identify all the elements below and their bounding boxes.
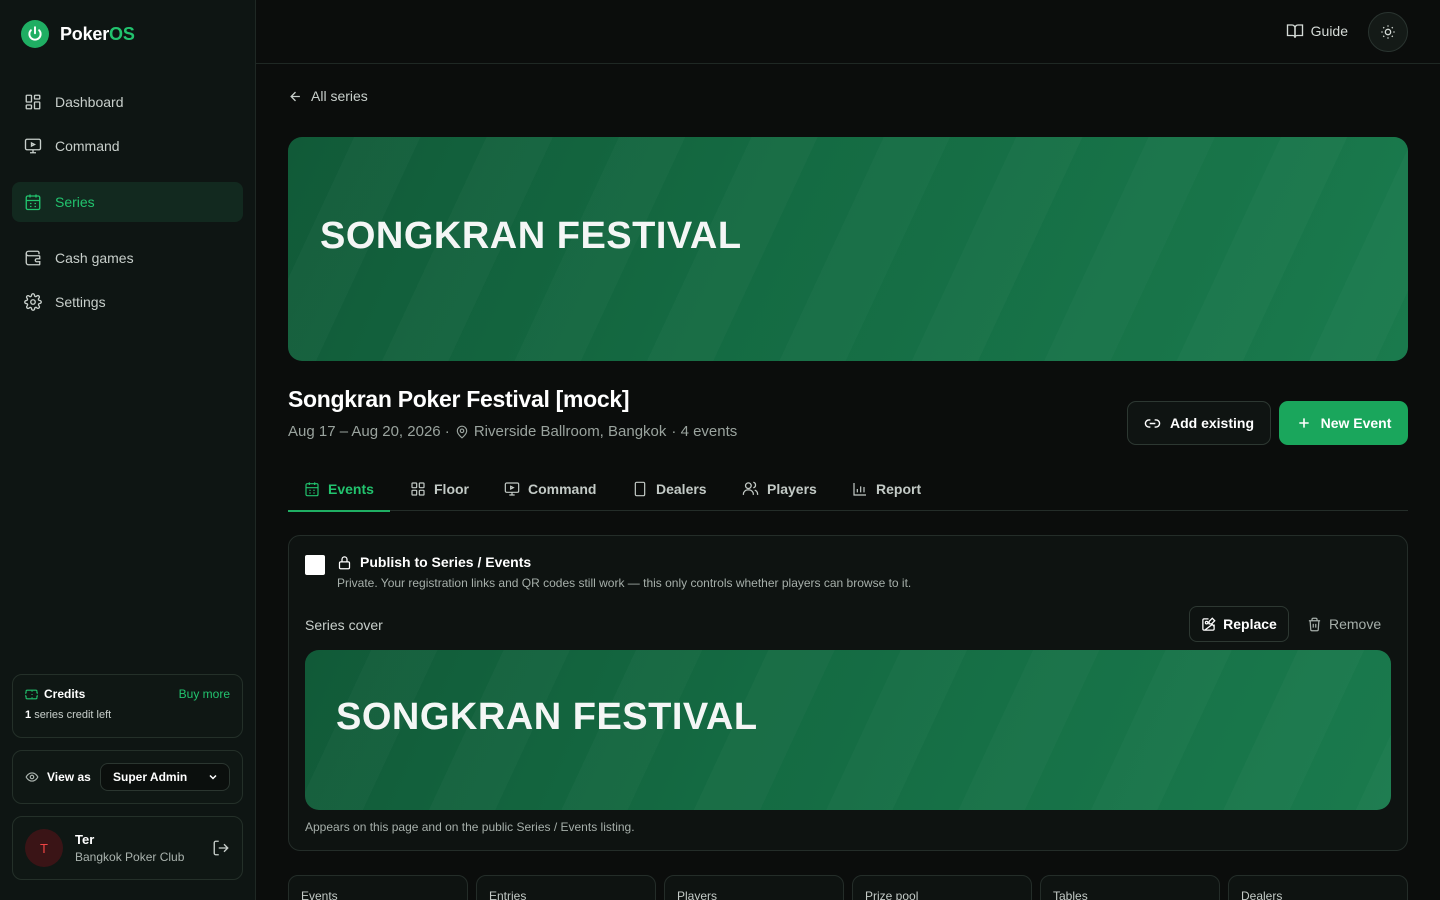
new-event-button[interactable]: New Event bbox=[1279, 401, 1408, 445]
remove-cover-button[interactable]: Remove bbox=[1307, 606, 1381, 642]
publish-description: Private. Your registration links and QR … bbox=[337, 576, 912, 590]
back-link[interactable]: All series bbox=[288, 88, 368, 104]
sidebar-item-series[interactable]: Series bbox=[12, 182, 243, 222]
sidebar-item-label: Dashboard bbox=[55, 94, 124, 110]
tab-events[interactable]: Events bbox=[288, 466, 390, 512]
cover-note: Appears on this page and on the public S… bbox=[305, 820, 635, 834]
sidebar-item-command[interactable]: Command bbox=[12, 126, 243, 166]
top-bar: Guide bbox=[256, 0, 1440, 64]
avatar: T bbox=[25, 829, 63, 867]
replace-cover-button[interactable]: Replace bbox=[1189, 606, 1289, 642]
link-icon bbox=[1144, 415, 1161, 432]
trash-icon bbox=[1307, 617, 1322, 632]
view-as-select[interactable]: Super Admin bbox=[100, 763, 230, 791]
sidebar: PokerOS Dashboard Command Series Cash ga… bbox=[0, 0, 256, 900]
tab-players[interactable]: Players bbox=[742, 466, 817, 511]
view-as-card: View as Super Admin bbox=[12, 750, 243, 804]
sidebar-item-cash-games[interactable]: Cash games bbox=[12, 238, 243, 278]
page-title: Songkran Poker Festival [mock] bbox=[288, 386, 630, 412]
grid-icon bbox=[410, 481, 426, 497]
tab-floor[interactable]: Floor bbox=[410, 466, 469, 511]
sidebar-item-label: Series bbox=[55, 194, 95, 210]
series-banner: SONGKRAN FESTIVAL bbox=[288, 137, 1408, 361]
credit-count: 1 series credit left bbox=[25, 709, 112, 721]
add-existing-button[interactable]: Add existing bbox=[1127, 401, 1271, 445]
calendar-icon bbox=[304, 481, 320, 497]
view-as-label: View as bbox=[25, 770, 91, 784]
eye-icon bbox=[25, 770, 39, 784]
map-pin-icon bbox=[455, 425, 469, 439]
sidebar-item-label: Command bbox=[55, 138, 120, 154]
stat-card-prize-pool: Prize pool bbox=[852, 875, 1032, 900]
monitor-icon bbox=[504, 481, 520, 497]
cover-preview: SONGKRAN FESTIVAL bbox=[305, 650, 1391, 810]
chevron-down-icon bbox=[207, 771, 219, 783]
brand[interactable]: PokerOS bbox=[21, 20, 135, 48]
cover-label: Series cover bbox=[305, 617, 383, 633]
tab-dealers[interactable]: Dealers bbox=[632, 466, 707, 511]
ticket-icon bbox=[25, 688, 38, 701]
arrow-left-icon bbox=[288, 89, 303, 104]
series-venue: Riverside Ballroom, Bangkok bbox=[473, 423, 667, 440]
plus-icon bbox=[1296, 415, 1312, 431]
grid-icon bbox=[24, 93, 42, 111]
series-events-count: · 4 events bbox=[671, 423, 738, 440]
series-meta: Aug 17 – Aug 20, 2026 · Riverside Ballro… bbox=[288, 423, 737, 440]
banner-title: SONGKRAN FESTIVAL bbox=[320, 215, 742, 257]
series-dates: Aug 17 – Aug 20, 2026 · bbox=[288, 423, 450, 440]
brand-name: PokerOS bbox=[60, 23, 135, 44]
users-icon bbox=[742, 480, 759, 497]
logout-icon[interactable] bbox=[212, 839, 230, 857]
credits-card: Credits Buy more 1 series credit left bbox=[12, 674, 243, 738]
power-logo-icon bbox=[21, 20, 49, 48]
sidebar-item-dashboard[interactable]: Dashboard bbox=[12, 82, 243, 122]
theme-toggle-button[interactable] bbox=[1368, 12, 1408, 52]
lock-icon bbox=[337, 555, 352, 570]
sidebar-item-label: Settings bbox=[55, 294, 106, 310]
sidebar-item-label: Cash games bbox=[55, 250, 134, 266]
stat-card-players: Players bbox=[664, 875, 844, 900]
buy-more-link[interactable]: Buy more bbox=[179, 687, 230, 701]
book-icon bbox=[1286, 22, 1304, 40]
cover-title: SONGKRAN FESTIVAL bbox=[336, 696, 758, 738]
stat-card-dealers: Dealers bbox=[1228, 875, 1408, 900]
stat-card-entries: Entries bbox=[476, 875, 656, 900]
sun-icon bbox=[1380, 24, 1396, 40]
image-edit-icon bbox=[1201, 616, 1216, 632]
bar-chart-icon bbox=[852, 481, 868, 497]
credits-title: Credits bbox=[25, 687, 85, 701]
publish-checkbox[interactable] bbox=[305, 555, 325, 575]
gear-icon bbox=[24, 293, 42, 311]
tab-command[interactable]: Command bbox=[504, 466, 596, 511]
wallet-icon bbox=[24, 249, 42, 267]
monitor-icon bbox=[24, 137, 42, 155]
stat-card-tables: Tables bbox=[1040, 875, 1220, 900]
series-tabs: Events Floor Command Dealers Players Rep… bbox=[288, 466, 1408, 512]
sidebar-item-settings[interactable]: Settings bbox=[12, 282, 243, 322]
user-card: T Ter Bangkok Poker Club bbox=[12, 816, 243, 880]
tab-report[interactable]: Report bbox=[852, 466, 921, 511]
user-club: Bangkok Poker Club bbox=[75, 850, 185, 864]
card-icon bbox=[632, 481, 648, 497]
calendar-icon bbox=[24, 193, 42, 211]
stats-row: Events Entries Players Prize pool Tables… bbox=[288, 875, 1408, 900]
guide-button[interactable]: Guide bbox=[1286, 22, 1348, 40]
stat-card-events: Events bbox=[288, 875, 468, 900]
user-name: Ter bbox=[75, 832, 95, 847]
publish-title: Publish to Series / Events bbox=[337, 554, 531, 570]
